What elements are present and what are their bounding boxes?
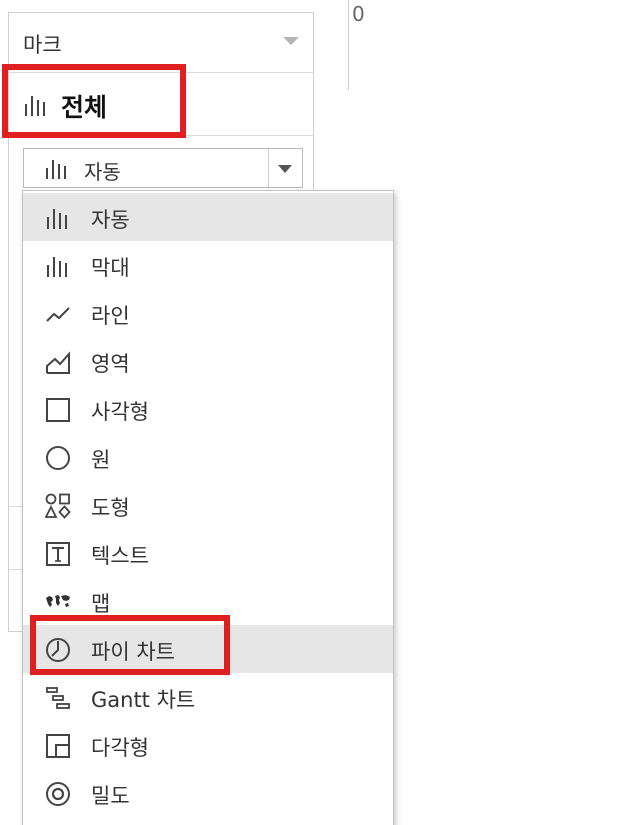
option-label: 맵 (91, 592, 111, 616)
line-chart-icon (45, 301, 71, 327)
mark-type-option-pie[interactable]: 파이 차트 (23, 625, 393, 673)
mark-type-option-square[interactable]: 사각형 (23, 385, 393, 433)
option-label: 막대 (91, 256, 130, 280)
mark-type-select[interactable]: 자동 (23, 148, 303, 188)
marks-all-row[interactable]: 전체 (9, 74, 313, 136)
mark-type-selected: 자동 (84, 160, 121, 184)
option-label: 자동 (91, 208, 130, 232)
mark-type-option-density[interactable]: 밀도 (23, 769, 393, 817)
marks-all-label: 전체 (61, 93, 108, 122)
mark-type-option-map[interactable]: 맵 (23, 577, 393, 625)
bar-chart-icon (23, 94, 47, 116)
mark-type-option-circle[interactable]: 원 (23, 433, 393, 481)
pie-chart-icon (45, 637, 71, 663)
bar-chart-icon (45, 253, 71, 279)
mark-type-option-line[interactable]: 라인 (23, 289, 393, 337)
option-label: 파이 차트 (91, 640, 175, 664)
option-label: 도형 (91, 496, 130, 520)
polygon-icon (45, 733, 71, 759)
map-icon (45, 589, 71, 615)
tableau-marks-stage: 0 마크 전체 자동 자동 막대 라인 영역 사각형 원 도형 텍스트 맵 파이… (0, 0, 636, 825)
option-label: 사각형 (91, 400, 149, 424)
bar-chart-icon (45, 205, 71, 231)
mark-type-option-gantt[interactable]: Gantt 차트 (23, 673, 393, 721)
option-label: 원 (91, 448, 111, 472)
axis-zero-label: 0 (352, 2, 365, 26)
option-label: 영역 (91, 352, 130, 376)
mark-type-dropdown: 자동 막대 라인 영역 사각형 원 도형 텍스트 맵 파이 차트 Gantt 차… (22, 190, 394, 825)
text-icon (45, 541, 71, 567)
shapes-icon (45, 493, 71, 519)
marks-card-title: 마크 (23, 33, 62, 57)
option-label: 다각형 (91, 736, 149, 760)
mark-type-option-text[interactable]: 텍스트 (23, 529, 393, 577)
mark-type-option-auto[interactable]: 자동 (23, 193, 393, 241)
mark-type-option-shape[interactable]: 도형 (23, 481, 393, 529)
option-label: 밀도 (91, 784, 130, 808)
option-label: Gantt 차트 (91, 688, 196, 712)
chevron-down-icon[interactable] (278, 165, 292, 173)
gantt-icon (45, 685, 71, 711)
circle-icon (45, 445, 71, 471)
area-chart-icon (45, 349, 71, 375)
axis-line (348, 0, 349, 90)
marks-card-header[interactable]: 마크 (9, 13, 313, 73)
option-label: 라인 (91, 304, 130, 328)
mark-type-option-area[interactable]: 영역 (23, 337, 393, 385)
mark-type-option-polygon[interactable]: 다각형 (23, 721, 393, 769)
collapse-caret-icon[interactable] (283, 37, 299, 45)
density-icon (45, 781, 71, 807)
select-separator (268, 149, 269, 187)
mark-type-option-bar[interactable]: 막대 (23, 241, 393, 289)
square-icon (45, 397, 71, 423)
option-label: 텍스트 (91, 544, 149, 568)
bar-chart-icon (44, 159, 68, 179)
